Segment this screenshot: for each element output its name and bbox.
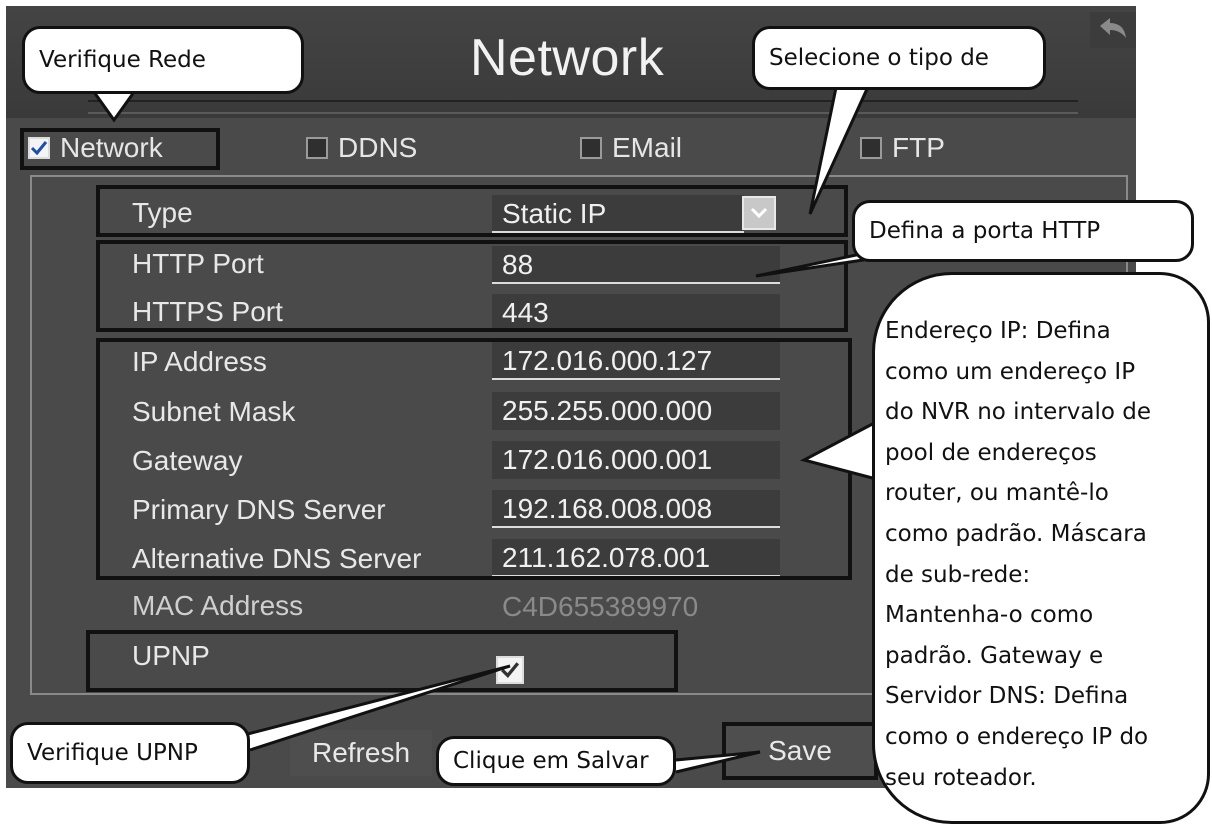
callout-verify-network: Verifique Rede bbox=[22, 26, 304, 94]
callout-http-port-text: Defina a porta HTTP bbox=[869, 218, 1101, 244]
callout-ip-info-line: seu roteador. bbox=[885, 764, 1037, 791]
callout-select-type: Selecione o tipo de bbox=[752, 26, 1046, 90]
callout-verify-upnp: Verifique UPNP bbox=[10, 722, 250, 784]
callout-ip-info-line: pool de endereços bbox=[885, 439, 1097, 466]
callout-ip-info-line: router, ou mantê-lo bbox=[885, 480, 1109, 507]
callout-click-save: Clique em Salvar bbox=[436, 736, 676, 786]
callout-ip-info-line: como o endereço IP do bbox=[885, 723, 1149, 750]
callout-ip-info-line: como um endereço IP bbox=[885, 358, 1136, 385]
callout-ip-info-line: padrão. Gateway e bbox=[885, 642, 1104, 669]
callout-ip-info-line: de sub-rede: bbox=[885, 561, 1031, 588]
callout-ip-info-line: do NVR no intervalo de bbox=[885, 399, 1151, 426]
callout-verify-network-text: Verifique Rede bbox=[39, 47, 206, 73]
callout-ip-info-line: como padrão. Máscara bbox=[885, 520, 1147, 547]
callout-click-save-text: Clique em Salvar bbox=[453, 748, 649, 774]
callout-ip-info-line: Servidor DNS: Defina bbox=[885, 683, 1129, 710]
callout-ip-info-line: Endereço IP: Defina bbox=[885, 318, 1111, 344]
callout-ip-info-line: Mantenha-o como bbox=[885, 602, 1094, 629]
callout-verify-upnp-text: Verifique UPNP bbox=[27, 740, 198, 766]
callout-ip-info: Endereço IP: Defina como um endereço IP … bbox=[872, 272, 1210, 824]
callout-select-type-text: Selecione o tipo de bbox=[769, 45, 989, 71]
callout-http-port: Defina a porta HTTP bbox=[852, 200, 1194, 262]
